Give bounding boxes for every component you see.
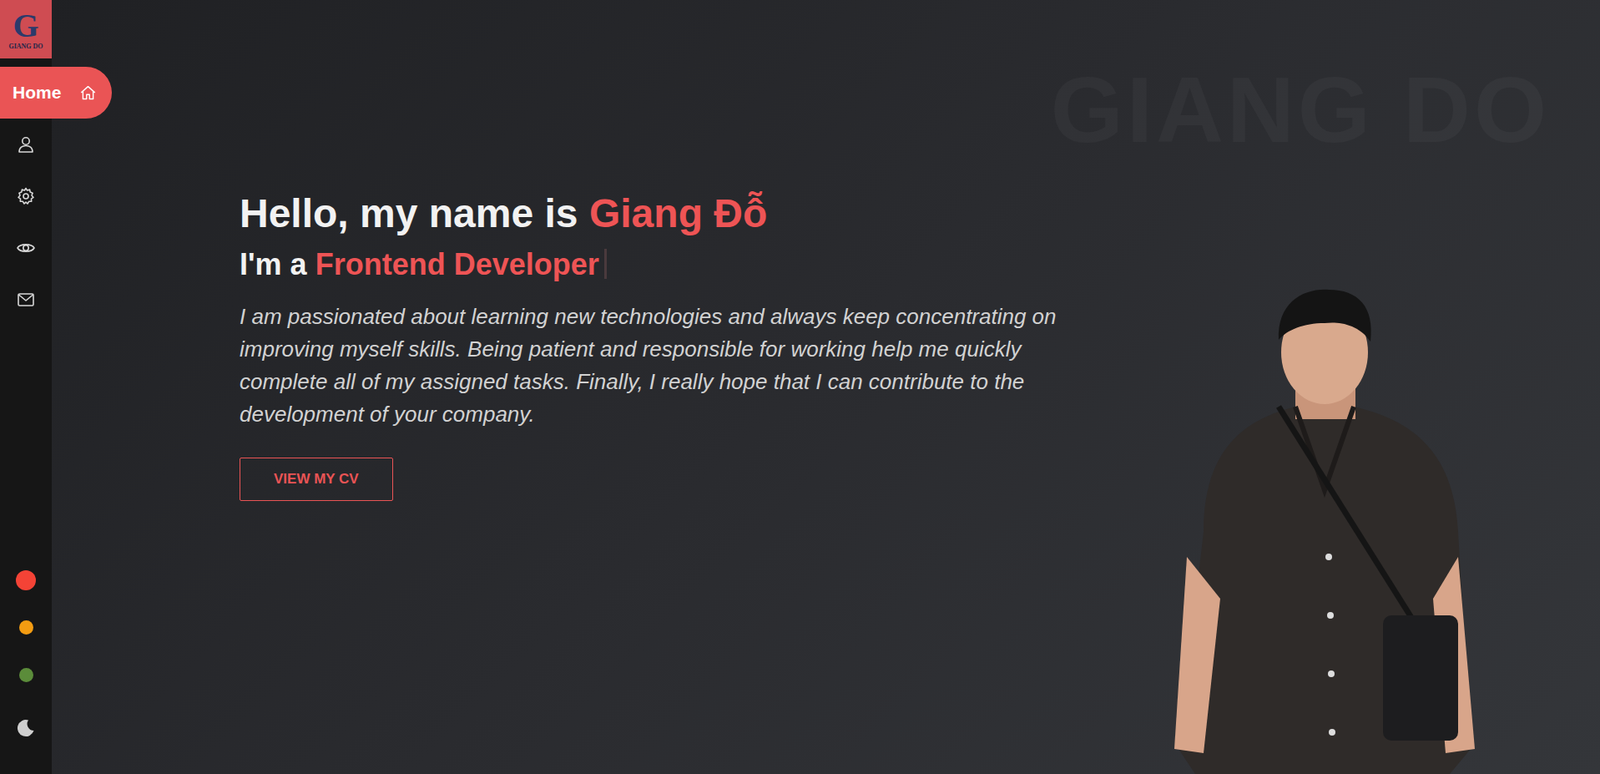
watermark: GIANG DO xyxy=(1050,58,1550,162)
nav-menu: Home xyxy=(0,66,52,326)
theme-switcher xyxy=(0,555,52,774)
sidebar-item[interactable] xyxy=(0,170,52,223)
color-option[interactable] xyxy=(0,603,52,652)
photo-column xyxy=(1170,0,1600,774)
logo-text: GIANG DO xyxy=(8,42,43,51)
hero-content: Hello, my name isGiang Đỗ I'm aFrontend D… xyxy=(51,0,1171,774)
home-section: GIANG DO Hello, my name isGiang Đỗ I'm aFr… xyxy=(51,0,1600,774)
user-icon xyxy=(15,134,36,155)
color-dot[interactable] xyxy=(19,620,34,635)
logo-letter: G xyxy=(12,9,39,43)
sidebar-top: GGIANG DO Home xyxy=(0,0,52,326)
home-icon xyxy=(79,84,97,102)
sidebar-item-label: Home xyxy=(12,82,61,103)
sidebar-item[interactable] xyxy=(0,118,52,171)
sidebar-item[interactable] xyxy=(0,222,52,274)
color-option[interactable] xyxy=(0,651,52,699)
eye-icon xyxy=(15,237,36,258)
role: Frontend Developer xyxy=(315,246,600,283)
sidebar-item[interactable]: Home xyxy=(0,66,112,119)
description: I am passionated about learning new tech… xyxy=(239,300,1075,431)
typing-cursor xyxy=(604,248,607,279)
gear-icon xyxy=(15,186,36,207)
name: Giang Đỗ xyxy=(589,191,768,236)
sidebar: GGIANG DO Home xyxy=(0,0,52,774)
mail-icon xyxy=(15,289,36,310)
logo[interactable]: GGIANG DO xyxy=(0,0,52,59)
greeting: Hello, my name is xyxy=(239,191,579,236)
dark-mode-toggle[interactable] xyxy=(15,698,36,758)
color-option[interactable] xyxy=(0,555,52,604)
view-cv-button[interactable]: VIEW MY CV xyxy=(239,457,394,501)
hero-title: Hello, my name isGiang Đỗ xyxy=(239,189,1171,238)
moon-icon[interactable] xyxy=(15,717,36,738)
role-prefix: I'm a xyxy=(239,246,308,283)
color-dot[interactable] xyxy=(15,570,36,591)
hero-role: I'm aFrontend Developer xyxy=(239,246,1171,283)
profile-photo xyxy=(1170,281,1479,774)
color-dot[interactable] xyxy=(19,667,34,682)
sidebar-item[interactable] xyxy=(0,273,52,326)
